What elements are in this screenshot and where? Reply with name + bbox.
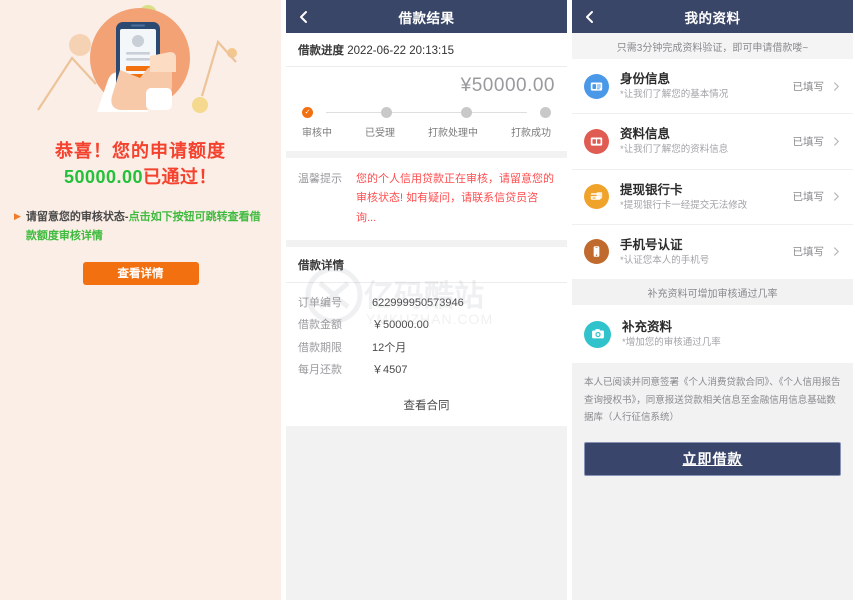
profile-panel: 我的资料 只需3分钟完成资料验证，即可申请借款喽~ 身份信息 *让我们了解您的基…	[572, 0, 853, 600]
document-card-icon	[584, 128, 609, 154]
loan-details-title: 借款详情	[286, 247, 567, 283]
progress-card: 借款进度 2022-06-22 20:13:15 ¥50000.00 审核中 已…	[286, 33, 567, 151]
congrats-line: 恭喜！您的申请额度	[55, 141, 226, 161]
chevron-right-icon	[834, 192, 839, 201]
loan-result-header: 借款结果	[286, 0, 567, 33]
chevron-right-icon	[834, 247, 839, 257]
step-label-4: 打款成功	[511, 128, 551, 139]
camera-icon	[584, 320, 611, 348]
detail-value: 622999950573946	[372, 296, 464, 309]
loan-details-body: 订单编号 622999950573946 借款金额 ￥50000.00 借款期限…	[286, 283, 567, 388]
status-badge: 已填写	[792, 191, 825, 204]
status-note-prefix: 请留意您的审核状态-	[25, 211, 129, 224]
step-dot-3	[460, 106, 472, 118]
approval-message: 恭喜！您的申请额度 50000.00已通过！	[0, 138, 281, 190]
progress-label: 借款进度	[298, 45, 344, 57]
step-dot-2	[381, 106, 393, 118]
list-item[interactable]: 手机号认证 *认证您本人的手机号 已填写	[572, 225, 853, 279]
supplement-band: 补充资料可增加审核通过几率	[572, 279, 853, 305]
list-item-title: 手机号认证	[620, 237, 683, 252]
status-badge: 已填写	[792, 80, 825, 93]
page-title: 借款结果	[398, 10, 455, 26]
detail-key: 借款金额	[298, 319, 342, 332]
list-item-subtitle: *让我们了解您的基本情况	[620, 89, 729, 100]
profile-subtitle: 只需3分钟完成资料验证，即可申请借款喽~	[572, 33, 853, 59]
progress-title: 借款进度 2022-06-22 20:13:15	[286, 33, 567, 67]
profile-item-list: 身份信息 *让我们了解您的基本情况 已填写 资料信息 *让我们了解您的资料信息 …	[572, 59, 853, 279]
chevron-left-icon[interactable]	[583, 10, 597, 24]
apply-loan-button[interactable]: 立即借款	[584, 441, 841, 476]
triangle-bullet-icon: ▶	[14, 211, 21, 222]
list-item-text: 手机号认证 *认证您本人的手机号	[620, 236, 793, 268]
detail-value: ￥4507	[372, 364, 408, 377]
hand-holding-phone-illustration	[0, 0, 281, 132]
supplement-list: 补充资料 *增加您的审核通过几率	[572, 305, 853, 364]
page-title: 我的资料	[684, 10, 741, 26]
status-badge: 已填写	[792, 246, 825, 259]
loan-amount: ¥50000.00	[460, 75, 555, 96]
list-item[interactable]: 补充资料 *增加您的审核通过几率	[572, 305, 853, 363]
list-item[interactable]: 资料信息 *让我们了解您的资料信息 已填写	[572, 114, 853, 170]
view-detail-button[interactable]: 查看详情	[82, 261, 199, 285]
step-dot-4	[539, 106, 551, 118]
detail-key: 订单编号	[298, 296, 342, 309]
list-item-subtitle: *提现银行卡一经提交无法修改	[620, 199, 748, 211]
list-item[interactable]: 身份信息 *让我们了解您的基本情况 已填写	[572, 59, 853, 115]
table-row: 借款期限 12个月	[298, 337, 555, 360]
step-dot-1	[302, 106, 313, 118]
id-card-icon	[584, 73, 609, 99]
agreement-text: 本人已阅读并同意签署《个人消费贷款合同》、《个人信用报告查询授权书》，同意报送贷…	[584, 377, 841, 424]
list-item-text: 资料信息 *让我们了解您的资料信息	[620, 125, 793, 157]
chevron-left-icon[interactable]	[297, 10, 311, 24]
list-item-text: 身份信息 *让我们了解您的基本情况	[620, 70, 793, 102]
status-note: ▶ 请留意您的审核状态-点击如下按钮可跳转查看借款额度审核详情	[14, 208, 267, 245]
list-item-title: 提现银行卡	[620, 182, 683, 197]
table-row: 订单编号 622999950573946	[298, 292, 555, 315]
table-row: 每月还款 ￥4507	[298, 359, 555, 382]
chevron-right-icon	[834, 137, 839, 146]
step-label-2: 已受理	[365, 128, 395, 139]
tip-card: 温馨提示 您的个人信用贷款正在审核，请留意您的审核状态! 如有疑问，请联系信贷员…	[286, 158, 567, 240]
mobile-phone-icon	[584, 239, 609, 265]
list-item[interactable]: 提现银行卡 *提现银行卡一经提交无法修改 已填写	[572, 170, 853, 225]
profile-header: 我的资料	[572, 0, 853, 33]
progress-date: 2022-06-22 20:13:15	[347, 45, 454, 57]
approved-amount: 50000.00	[63, 167, 144, 188]
detail-value: ￥50000.00	[372, 319, 429, 332]
list-item-subtitle: *认证您本人的手机号	[620, 254, 710, 266]
view-contract-link[interactable]: 查看合同	[286, 388, 567, 426]
list-item-title: 身份信息	[620, 72, 671, 86]
tip-label: 温馨提示	[298, 173, 342, 185]
list-item-title: 资料信息	[620, 127, 671, 142]
list-item-subtitle: *增加您的审核通过几率	[622, 337, 721, 348]
chevron-right-icon	[834, 81, 839, 91]
list-item-text: 补充资料 *增加您的审核通过几率	[622, 318, 841, 350]
detail-value: 12个月	[372, 341, 407, 354]
step-label-3: 打款处理中	[428, 128, 478, 139]
list-item-text: 提现银行卡 *提现银行卡一经提交无法修改	[620, 181, 793, 213]
approved-suffix: 已通过！	[143, 167, 218, 188]
progress-stepper: 审核中 已受理 打款处理中 打款成功	[286, 99, 567, 151]
loan-result-panel: 借款结果 借款进度 2022-06-22 20:13:15 ¥50000.00 …	[286, 0, 567, 600]
detail-key: 借款期限	[298, 341, 342, 354]
detail-key: 每月还款	[298, 364, 342, 377]
tip-text: 您的个人信用贷款正在审核，请留意您的审核状态! 如有疑问，请联系信贷员咨询...	[356, 173, 554, 224]
list-item-subtitle: *让我们了解您的资料信息	[620, 144, 729, 156]
loan-details-card: 借款详情 订单编号 622999950573946 借款金额 ￥50000.00…	[286, 246, 567, 426]
table-row: 借款金额 ￥50000.00	[298, 314, 555, 337]
bank-card-icon	[584, 184, 609, 210]
approval-panel: 恭喜！您的申请额度 50000.00已通过！ ▶ 请留意您的审核状态-点击如下按…	[0, 0, 281, 600]
list-item-title: 补充资料	[622, 320, 673, 334]
step-label-1: 审核中	[302, 128, 332, 139]
status-badge: 已填写	[792, 135, 825, 148]
